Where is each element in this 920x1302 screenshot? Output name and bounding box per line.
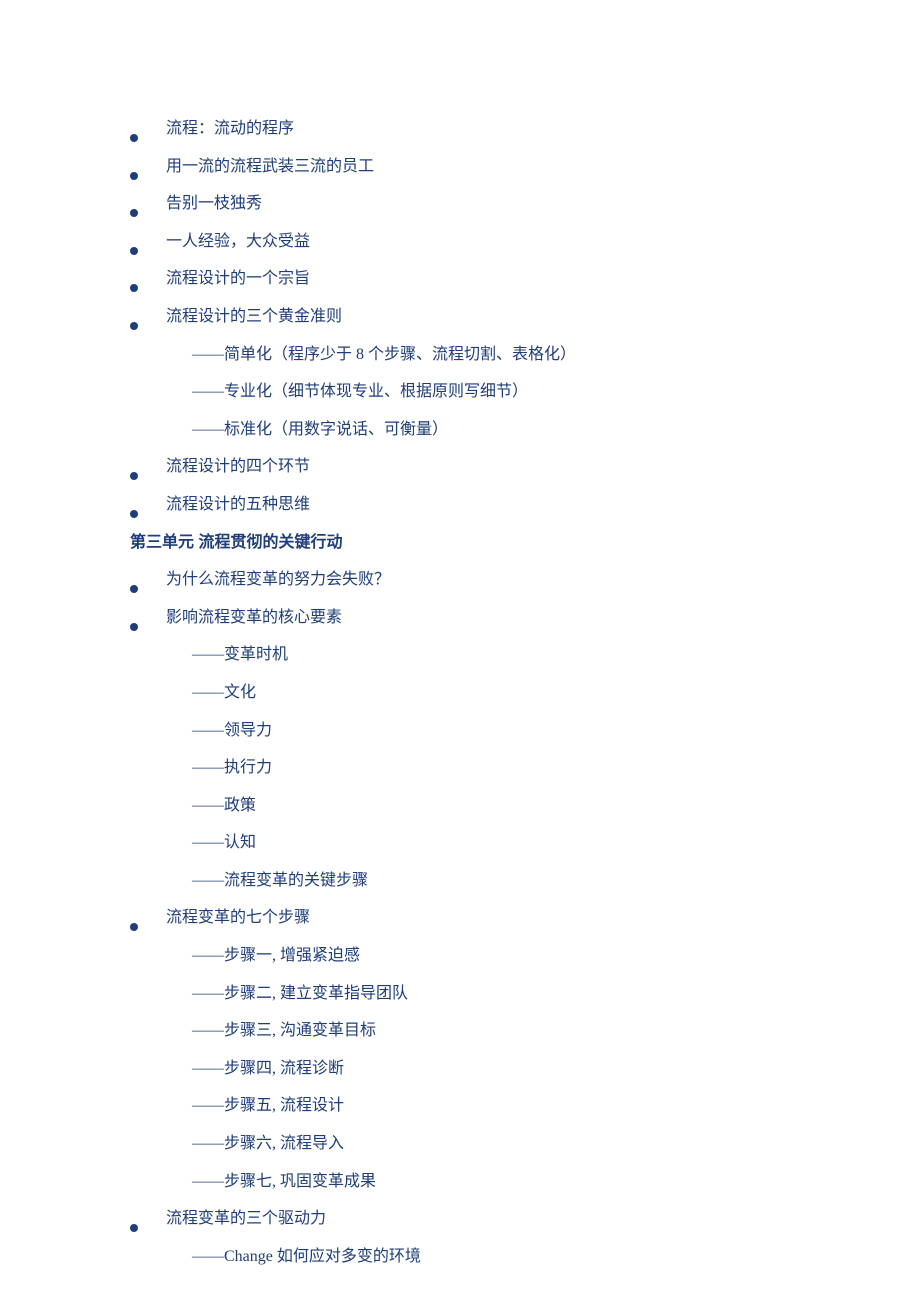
sub-list-item: ——专业化（细节体现专业、根据原则写细节） [130,373,920,411]
sub-list-item: ——流程变革的关键步骤 [130,862,920,900]
sub-list-item: ——步骤六, 流程导入 [130,1125,920,1163]
sub-list-item: ——变革时机 [130,636,920,674]
sub-list-item: ——文化 [130,674,920,712]
list-item-text: 流程变革的七个步骤 [166,899,310,937]
sub-list-item: ——认知 [130,824,920,862]
list-item-text: 一人经验，大众受益 [166,223,310,261]
sub-list-item: ——步骤五, 流程设计 [130,1087,920,1125]
bullet-icon [130,284,138,292]
sub-list-item: ——步骤三, 沟通变革目标 [130,1012,920,1050]
list-item-text: 告别一枝独秀 [166,185,262,223]
list-item: 流程设计的五种思维 [130,486,920,524]
list-item-text: 流程：流动的程序 [166,110,294,148]
list-item: 影响流程变革的核心要素 [130,599,920,637]
list-item-text: 用一流的流程武装三流的员工 [166,148,374,186]
list-item: 流程设计的三个黄金准则 [130,298,920,336]
bullet-icon [130,472,138,480]
list-item-text: 流程设计的四个环节 [166,448,310,486]
sub-list-item: ——步骤一, 增强紧迫感 [130,937,920,975]
sub-list-item: ——标准化（用数字说话、可衡量） [130,411,920,449]
list-item: 流程变革的七个步骤 [130,899,920,937]
bullet-icon [130,247,138,255]
list-item: 一人经验，大众受益 [130,223,920,261]
sub-list-item: ——Change 如何应对多变的环境 [130,1238,920,1276]
list-item-text: 流程设计的五种思维 [166,486,310,524]
bullet-icon [130,923,138,931]
list-item: 流程设计的一个宗旨 [130,260,920,298]
list-item-text: 流程设计的三个黄金准则 [166,298,342,336]
bullet-icon [130,172,138,180]
list-item: 流程变革的三个驱动力 [130,1200,920,1238]
bullet-icon [130,1224,138,1232]
list-item: 告别一枝独秀 [130,185,920,223]
bullet-icon [130,623,138,631]
list-item: 流程设计的四个环节 [130,448,920,486]
list-item-text: 流程设计的一个宗旨 [166,260,310,298]
list-item-text: 为什么流程变革的努力会失败？ [166,561,390,599]
list-item-text: 影响流程变革的核心要素 [166,599,342,637]
sub-list-item: ——步骤七, 巩固变革成果 [130,1163,920,1201]
sub-list-item: ——步骤四, 流程诊断 [130,1050,920,1088]
list-item-text: 流程变革的三个驱动力 [166,1200,326,1238]
list-item: 为什么流程变革的努力会失败？ [130,561,920,599]
document-page: 流程：流动的程序用一流的流程武装三流的员工告别一枝独秀一人经验，大众受益流程设计… [0,0,920,1302]
sub-list-item: ——简单化（程序少于 8 个步骤、流程切割、表格化） [130,336,920,374]
bullet-icon [130,585,138,593]
bullet-icon [130,322,138,330]
bullet-icon [130,510,138,518]
bullet-icon [130,209,138,217]
list-item: 用一流的流程武装三流的员工 [130,148,920,186]
section-heading: 第三单元 流程贯彻的关键行动 [130,524,920,562]
bullet-icon [130,134,138,142]
sub-list-item: ——政策 [130,787,920,825]
list-item: 流程：流动的程序 [130,110,920,148]
sub-list-item: ——执行力 [130,749,920,787]
sub-list-item: ——领导力 [130,712,920,750]
sub-list-item: ——步骤二, 建立变革指导团队 [130,975,920,1013]
